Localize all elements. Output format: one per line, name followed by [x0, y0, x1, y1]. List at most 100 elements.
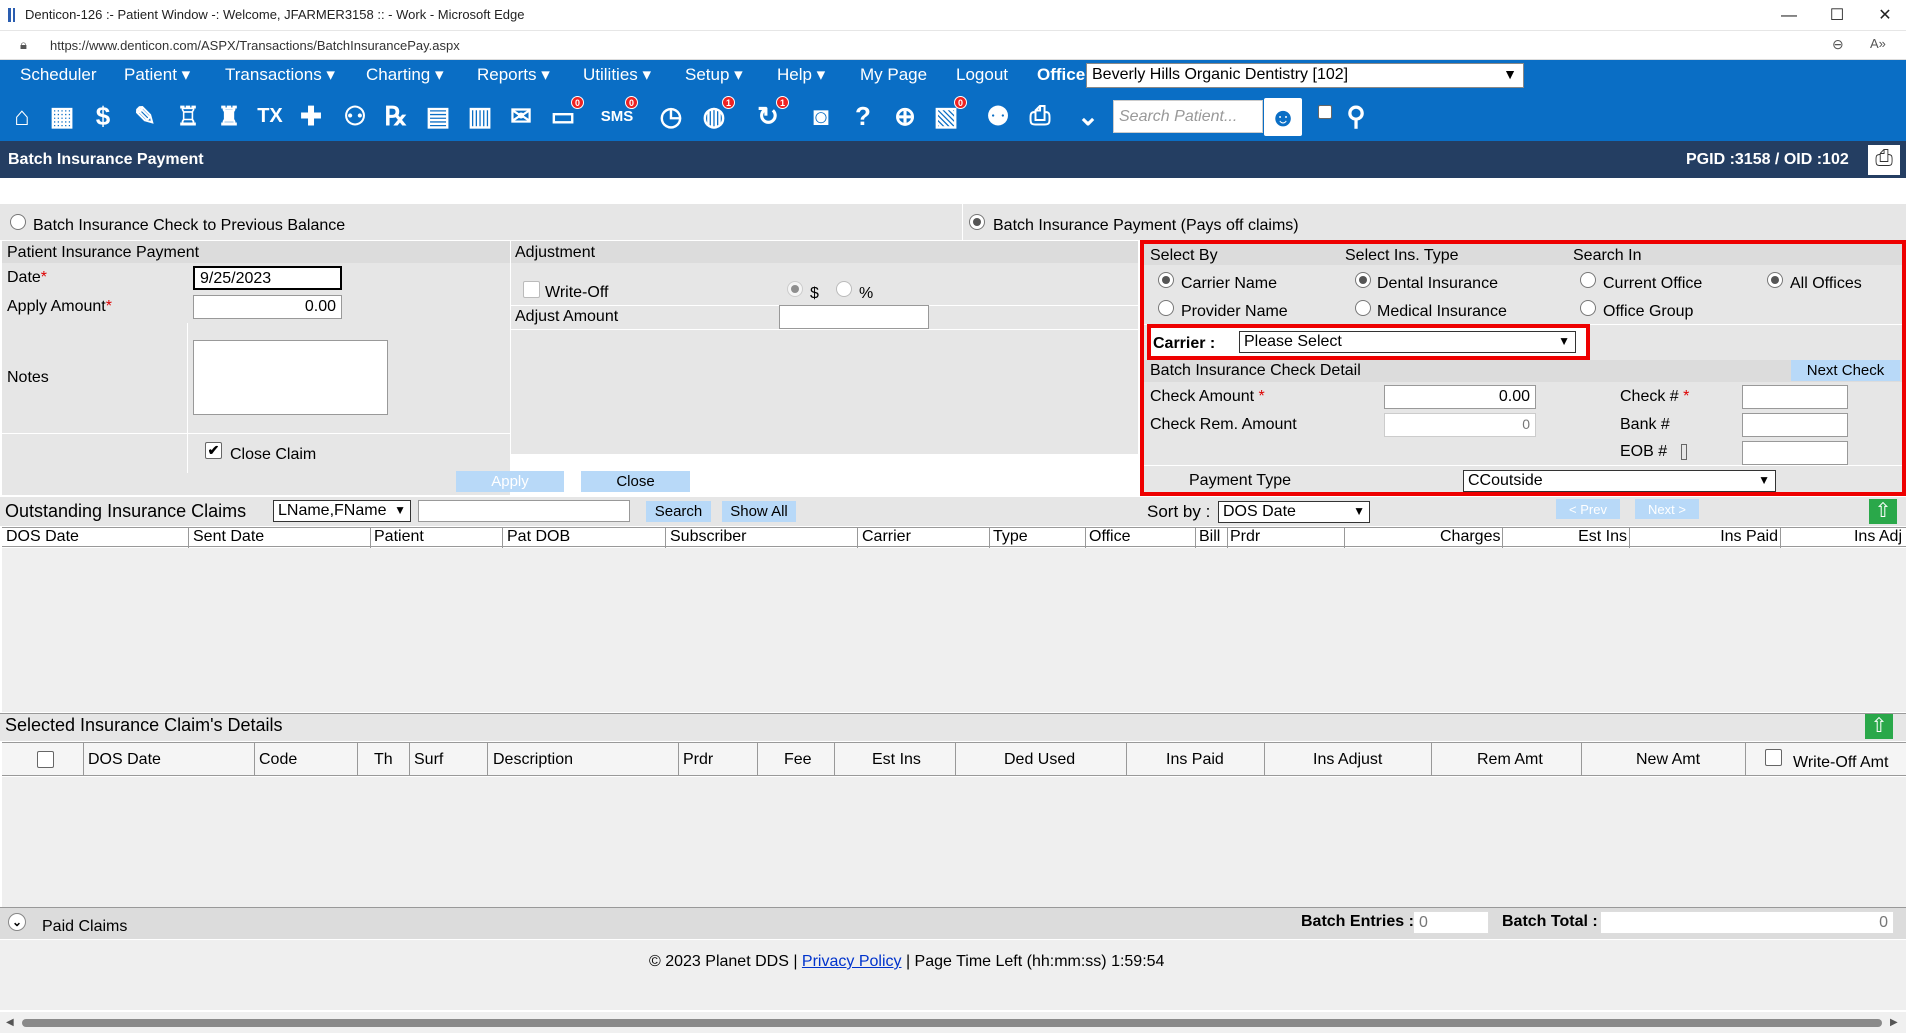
col-th[interactable]: Th [374, 751, 393, 769]
col-subscriber[interactable]: Subscriber [670, 528, 746, 546]
menu-help[interactable]: Help ▾ [777, 65, 825, 85]
scroll-left-icon[interactable]: ◀ [6, 1017, 14, 1028]
adjust-amount-input[interactable] [779, 305, 929, 329]
mode-pays-off-claims-radio[interactable] [969, 214, 985, 230]
show-all-button[interactable]: Show All [722, 501, 796, 522]
dental-insurance-radio[interactable] [1355, 272, 1371, 288]
maximize-button[interactable]: ☐ [1822, 4, 1852, 28]
eob-number-input[interactable] [1742, 441, 1848, 465]
calendar-icon[interactable]: ▦ [44, 98, 80, 134]
close-window-button[interactable]: ✕ [1870, 4, 1900, 28]
read-aloud-icon[interactable]: A» [1870, 36, 1886, 51]
col-ins-paid[interactable]: Ins Paid [1702, 528, 1778, 546]
message-icon[interactable]: ▭ 0 [545, 96, 584, 134]
write-off-checkbox[interactable] [523, 281, 540, 298]
family-add-icon[interactable]: ⚇ [337, 98, 373, 134]
document-icon[interactable]: ▥ [462, 98, 498, 134]
close-claim-checkbox[interactable]: ✔ [205, 442, 222, 459]
office-select[interactable]: Beverly Hills Organic Dentistry [102] ▼ [1086, 63, 1524, 88]
date-input[interactable]: 9/25/2023 [193, 266, 342, 290]
scroll-top-icon[interactable]: ⇧ [1865, 714, 1893, 739]
adjust-percent-radio[interactable] [836, 281, 852, 297]
mode-previous-balance-radio[interactable] [10, 214, 26, 230]
office-group-radio[interactable] [1580, 300, 1596, 316]
paid-claims-title[interactable]: Paid Claims [42, 918, 127, 936]
col-dos-date[interactable]: DOS Date [6, 528, 79, 546]
col-prdr[interactable]: Prdr [1230, 528, 1260, 546]
apply-amount-input[interactable]: 0.00 [193, 295, 342, 319]
sms-icon[interactable]: SMS 0 [599, 96, 638, 134]
apply-button[interactable]: Apply [456, 471, 564, 492]
scroll-right-icon[interactable]: ▶ [1890, 1017, 1898, 1028]
adjust-dollar-radio[interactable] [787, 281, 803, 297]
col-carrier[interactable]: Carrier [862, 528, 911, 546]
col-charges[interactable]: Charges [1440, 528, 1500, 546]
menu-patient[interactable]: Patient ▾ [124, 65, 190, 85]
col-surf[interactable]: Surf [414, 751, 443, 769]
next-check-button[interactable]: Next Check [1791, 360, 1900, 381]
carrier-select[interactable]: Please Select ▼ [1239, 331, 1576, 353]
privacy-policy-link[interactable]: Privacy Policy [802, 953, 902, 970]
mail-icon[interactable]: ✉ [503, 98, 539, 134]
col-ded-used[interactable]: Ded Used [1004, 751, 1075, 769]
scrollbar-thumb[interactable] [22, 1019, 1882, 1027]
menu-reports[interactable]: Reports ▾ [477, 65, 550, 85]
eob-info-icon[interactable] [1681, 444, 1687, 460]
medical-insurance-radio[interactable] [1355, 300, 1371, 316]
notes-textarea[interactable] [193, 340, 388, 415]
name-format-select[interactable]: LName,FName ▼ [273, 500, 411, 522]
col-new-amt[interactable]: New Amt [1636, 751, 1700, 769]
bank-number-input[interactable] [1742, 413, 1848, 437]
clock-icon[interactable]: ◷ [653, 98, 689, 134]
claim-search-input[interactable] [418, 500, 630, 522]
carrier-name-radio[interactable] [1158, 272, 1174, 288]
add-patient-icon[interactable]: ✚ [293, 98, 329, 134]
notes-icon[interactable]: ▤ [420, 98, 456, 134]
col-dos-date[interactable]: DOS Date [88, 751, 161, 769]
col-office[interactable]: Office [1089, 528, 1131, 546]
expand-down-icon[interactable]: ⌄ [1070, 98, 1106, 134]
print-icon[interactable]: ⎙ [1022, 98, 1058, 134]
address-bar[interactable]: 🔒︎ https://www.denticon.com/ASPX/Transac… [0, 31, 1906, 60]
col-bill[interactable]: Bill [1199, 528, 1220, 546]
payment-type-select[interactable]: CCoutside ▼ [1463, 470, 1776, 492]
col-ins-adj[interactable]: Ins Adj [1842, 528, 1902, 546]
menu-charting[interactable]: Charting ▾ [366, 65, 444, 85]
tooth-icon[interactable]: ◙ [803, 98, 839, 134]
select-all-checkbox[interactable] [37, 751, 54, 768]
printer-icon[interactable]: ⎙ [1868, 145, 1900, 175]
tooth-help-icon[interactable]: ? [845, 98, 881, 134]
web-icon[interactable]: ⊕ [887, 98, 923, 134]
col-rem-amt[interactable]: Rem Amt [1477, 751, 1543, 769]
col-write-off-amt[interactable]: Write-Off Amt [1793, 754, 1888, 772]
close-button[interactable]: Close [581, 471, 690, 492]
treatment-plan-icon[interactable]: TX [252, 98, 288, 134]
globe-icon[interactable]: ◍ 1 [696, 96, 735, 134]
next-page-button[interactable]: Next > [1635, 499, 1699, 519]
expand-paid-claims-icon[interactable]: ⌄ [8, 913, 26, 931]
prev-page-button[interactable]: < Prev [1556, 499, 1620, 519]
edit-ledger-icon[interactable]: ✎ [127, 98, 163, 134]
advanced-search-icon[interactable]: ⚲ [1338, 98, 1374, 134]
col-code[interactable]: Code [259, 751, 297, 769]
col-description[interactable]: Description [493, 751, 573, 769]
provider-name-radio[interactable] [1158, 300, 1174, 316]
col-type[interactable]: Type [993, 528, 1028, 546]
col-ins-adjust[interactable]: Ins Adjust [1313, 751, 1382, 769]
zoom-icon[interactable]: ⊖ [1832, 36, 1844, 53]
scroll-top-icon[interactable]: ⇧ [1869, 499, 1897, 524]
prescription-icon[interactable]: ℞ [378, 98, 414, 134]
menu-setup[interactable]: Setup ▾ [685, 65, 743, 85]
form-icon[interactable]: ▧ 0 [928, 96, 967, 134]
col-ins-paid[interactable]: Ins Paid [1166, 751, 1224, 769]
horizontal-scrollbar[interactable]: ◀ ▶ [0, 1012, 1906, 1033]
col-est-ins[interactable]: Est Ins [1567, 528, 1627, 546]
col-prdr[interactable]: Prdr [683, 751, 713, 769]
all-offices-radio[interactable] [1767, 272, 1783, 288]
menu-my-page[interactable]: My Page [860, 65, 927, 85]
col-sent-date[interactable]: Sent Date [193, 528, 264, 546]
refresh-icon[interactable]: ↻ 1 [750, 96, 789, 134]
url-text[interactable]: https://www.denticon.com/ASPX/Transactio… [50, 38, 460, 53]
current-office-radio[interactable] [1580, 272, 1596, 288]
minimize-button[interactable]: — [1774, 4, 1804, 28]
